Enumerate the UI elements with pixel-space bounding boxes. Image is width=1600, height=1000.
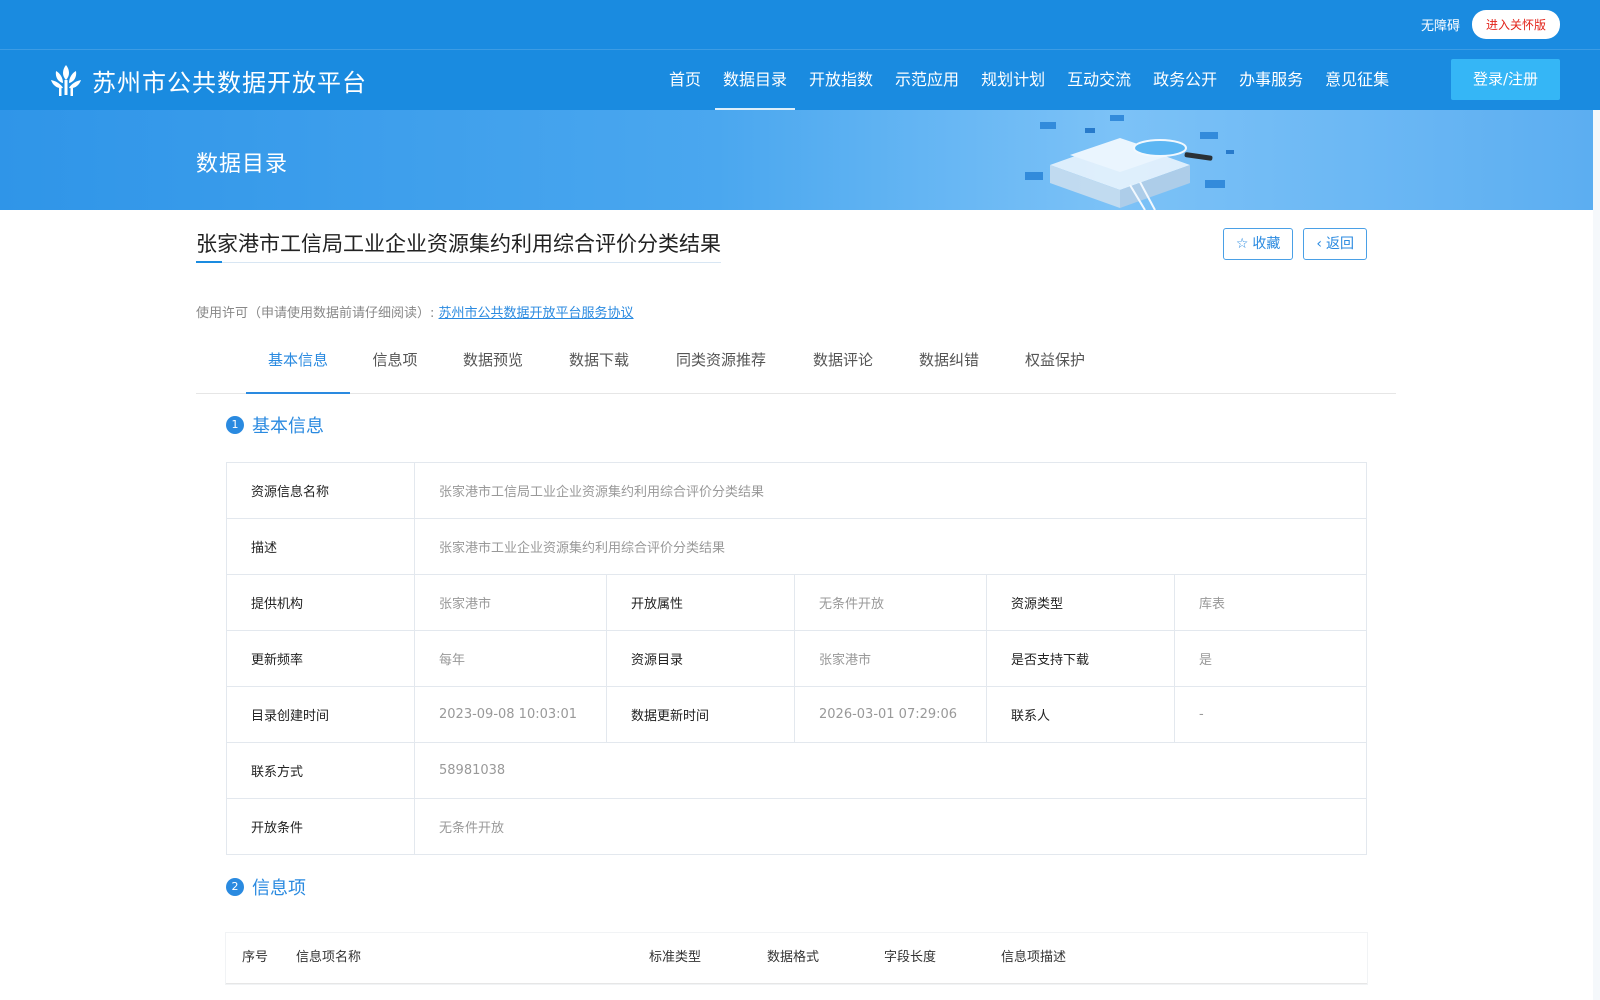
basic-info-table: 资源信息名称 张家港市工信局工业企业资源集约利用综合评价分类结果 描述 张家港市… (226, 462, 1367, 855)
license-label: 使用许可（申请使用数据前请仔细阅读）: (196, 306, 435, 321)
catalog-label: 资源目录 (606, 630, 795, 687)
description-label: 描述 (226, 518, 415, 575)
section-number-badge: 2 (226, 878, 244, 896)
section-title: 基本信息 (252, 416, 324, 437)
section-number-badge: 1 (226, 416, 244, 434)
dataset-title: 张家港市工信局工业企业资源集约利用综合评价分类结果 (196, 228, 721, 263)
tab-data-preview[interactable]: 数据预览 (440, 340, 546, 394)
table-row: 提供机构 张家港市 开放属性 无条件开放 资源类型 库表 (226, 574, 1367, 631)
table-row: 联系方式 58981038 (226, 742, 1367, 799)
updated-time-value: 2026-03-01 07:29:06 (794, 686, 987, 743)
back-label: 返回 (1326, 236, 1354, 252)
tab-info-items[interactable]: 信息项 (350, 340, 440, 394)
resource-name-value: 张家港市工信局工业企业资源集约利用综合评价分类结果 (414, 462, 1367, 519)
banner-title: 数据目录 (196, 152, 289, 177)
nav-open-index[interactable]: 开放指数 (798, 50, 884, 110)
login-register-button[interactable]: 登录/注册 (1451, 59, 1560, 100)
logo-icon (51, 65, 81, 96)
updated-time-label: 数据更新时间 (606, 686, 795, 743)
back-button[interactable]: ‹ 返回 (1303, 228, 1367, 260)
provider-value: 张家港市 (414, 574, 607, 631)
nav-home[interactable]: 首页 (658, 50, 712, 110)
nav-demo-apps[interactable]: 示范应用 (884, 50, 970, 110)
frequency-label: 更新频率 (226, 630, 415, 687)
contact-method-label: 联系方式 (226, 742, 415, 799)
column-header-item-name: 信息项名称 (296, 950, 362, 965)
frequency-value: 每年 (414, 630, 607, 687)
info-items-section-header: 2 信息项 (226, 874, 306, 900)
created-time-value: 2023-09-08 10:03:01 (414, 686, 607, 743)
top-utility-bar: 无障碍 进入关怀版 (0, 0, 1600, 49)
download-support-label: 是否支持下载 (986, 630, 1175, 687)
nav-feedback[interactable]: 意见征集 (1314, 50, 1400, 110)
main-content: 张家港市工信局工业企业资源集约利用综合评价分类结果 ☆ 收藏 ‹ 返回 使用许可… (0, 210, 1593, 1000)
resource-name-label: 资源信息名称 (226, 462, 415, 519)
tab-data-correction[interactable]: 数据纠错 (896, 340, 1002, 394)
nav-plans[interactable]: 规划计划 (970, 50, 1056, 110)
open-condition-value: 无条件开放 (414, 798, 1367, 855)
open-attr-label: 开放属性 (606, 574, 795, 631)
nav-menu: 首页 数据目录 开放指数 示范应用 规划计划 互动交流 政务公开 办事服务 意见… (658, 50, 1400, 111)
site-logo[interactable]: 苏州市公共数据开放平台 (48, 62, 367, 98)
open-attr-value: 无条件开放 (794, 574, 987, 631)
favorite-button[interactable]: ☆ 收藏 (1222, 228, 1294, 260)
star-icon: ☆ (1235, 236, 1249, 252)
tab-similar-resources[interactable]: 同类资源推荐 (652, 340, 790, 394)
license-notice: 使用许可（申请使用数据前请仔细阅读）: 苏州市公共数据开放平台服务协议 (196, 302, 634, 321)
download-support-value: 是 (1174, 630, 1367, 687)
table-row: 资源信息名称 张家港市工信局工业企业资源集约利用综合评价分类结果 (226, 462, 1367, 519)
page-banner: 数据目录 (0, 110, 1593, 210)
chevron-left-icon: ‹ (1316, 236, 1322, 252)
resource-type-value: 库表 (1174, 574, 1367, 631)
tab-data-comments[interactable]: 数据评论 (790, 340, 896, 394)
column-header-data-format: 数据格式 (767, 950, 820, 965)
resource-type-label: 资源类型 (986, 574, 1175, 631)
care-version-button[interactable]: 进入关怀版 (1471, 10, 1560, 39)
open-condition-label: 开放条件 (226, 798, 415, 855)
column-header-standard-type: 标准类型 (649, 950, 702, 965)
info-items-table-header: 序号 信息项名称 标准类型 数据格式 字段长度 信息项描述 (226, 933, 1367, 984)
contact-person-label: 联系人 (986, 686, 1175, 743)
utility-links: 无障碍 进入关怀版 (1421, 10, 1560, 39)
section-title: 信息项 (252, 878, 306, 899)
nav-interaction[interactable]: 互动交流 (1056, 50, 1142, 110)
data-server-illustration (1025, 115, 1234, 210)
nav-data-catalog[interactable]: 数据目录 (712, 50, 798, 111)
basic-info-section-header: 1 基本信息 (226, 412, 324, 438)
nav-gov-affairs[interactable]: 政务公开 (1142, 50, 1228, 110)
table-row: 描述 张家港市工业企业资源集约利用综合评价分类结果 (226, 518, 1367, 575)
license-agreement-link[interactable]: 苏州市公共数据开放平台服务协议 (439, 306, 634, 321)
column-header-index: 序号 (242, 950, 269, 965)
favorite-label: 收藏 (1252, 236, 1281, 252)
table-row: 目录创建时间 2023-09-08 10:03:01 数据更新时间 2026-0… (226, 686, 1367, 743)
main-navbar: 苏州市公共数据开放平台 首页 数据目录 开放指数 示范应用 规划计划 互动交流 … (0, 49, 1600, 111)
provider-label: 提供机构 (226, 574, 415, 631)
created-time-label: 目录创建时间 (226, 686, 415, 743)
tab-rights-protection[interactable]: 权益保护 (1002, 340, 1108, 394)
logo-text: 苏州市公共数据开放平台 (92, 68, 367, 97)
table-row: 更新频率 每年 资源目录 张家港市 是否支持下载 是 (226, 630, 1367, 687)
column-header-field-length: 字段长度 (884, 950, 937, 965)
tab-data-download[interactable]: 数据下载 (546, 340, 652, 394)
column-header-item-description: 信息项描述 (1001, 950, 1067, 965)
contact-method-value: 58981038 (414, 742, 1367, 799)
table-row: 开放条件 无条件开放 (226, 798, 1367, 855)
nav-services[interactable]: 办事服务 (1228, 50, 1314, 110)
catalog-value: 张家港市 (794, 630, 987, 687)
title-actions: ☆ 收藏 ‹ 返回 (1222, 228, 1367, 260)
detail-tabs: 基本信息 信息项 数据预览 数据下载 同类资源推荐 数据评论 数据纠错 权益保护 (196, 340, 1396, 394)
description-value: 张家港市工业企业资源集约利用综合评价分类结果 (414, 518, 1367, 575)
contact-person-value: - (1174, 686, 1367, 743)
tab-basic-info[interactable]: 基本信息 (246, 340, 350, 394)
accessibility-link[interactable]: 无障碍 (1421, 15, 1460, 34)
